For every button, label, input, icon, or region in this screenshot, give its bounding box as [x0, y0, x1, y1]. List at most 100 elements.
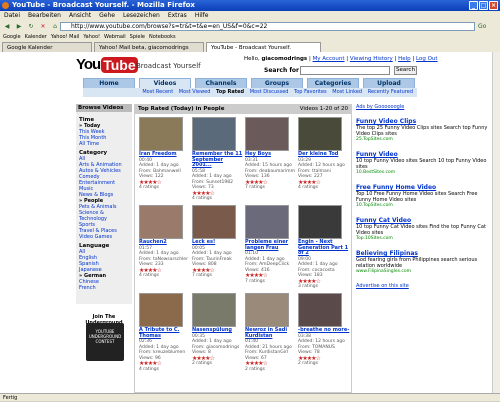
- video-from[interactable]: From: kreuzeblumen: [139, 350, 191, 356]
- nav-groups[interactable]: Groups: [251, 78, 303, 88]
- ad-url[interactable]: 25.TopSites.com: [356, 137, 488, 143]
- ad-url[interactable]: 10.BestSites.com: [356, 170, 488, 176]
- bookmark-notebooks[interactable]: Notebooks: [149, 32, 176, 42]
- bookmark-kalender[interactable]: Kalender: [25, 32, 47, 42]
- video-ratings: 4 ratings: [139, 273, 159, 278]
- ads-header[interactable]: Ads by Goooooogle: [356, 104, 488, 110]
- address-bar[interactable]: http://www.youtube.com/browse?s=tr&t=t&e…: [60, 22, 475, 31]
- video-thumbnail[interactable]: [139, 205, 183, 239]
- menu-ansicht[interactable]: Ansicht: [69, 11, 91, 20]
- video-title[interactable]: A Tribute to C. Thomas: [139, 327, 191, 339]
- video-ratings: 2 ratings: [192, 361, 212, 366]
- time-all[interactable]: All Time: [79, 141, 129, 147]
- video-title[interactable]: Engin - Next Generation Part 1 of 2: [298, 239, 350, 257]
- subnav-most-viewed[interactable]: Most Viewed: [179, 89, 211, 95]
- category-link[interactable]: Science & Technology: [79, 210, 129, 222]
- menu-gehe[interactable]: Gehe: [99, 11, 115, 20]
- subnav-most-recent[interactable]: Most Recent: [142, 89, 173, 95]
- subnav-top-rated[interactable]: Top Rated: [216, 89, 244, 95]
- nav-upload[interactable]: Upload: [363, 78, 415, 88]
- subnav-most-linked[interactable]: Most Linked: [332, 89, 362, 95]
- subnav-recently-featured[interactable]: Recently Featured: [368, 89, 413, 95]
- video-thumbnail[interactable]: [139, 117, 183, 151]
- underground-contest-banner[interactable]: YOUTUBE UNDERGROUND CONTEST: [86, 323, 124, 361]
- close-button[interactable]: ×: [489, 1, 498, 10]
- stop-icon[interactable]: ✕: [38, 22, 48, 31]
- video-thumbnail[interactable]: [245, 205, 289, 239]
- ad-title[interactable]: Funny Cat Video: [356, 217, 488, 224]
- search-input[interactable]: [300, 66, 390, 75]
- menu-lesezeichen[interactable]: Lesezeichen: [123, 11, 160, 20]
- nav-channels[interactable]: Channels: [195, 78, 247, 88]
- back-icon[interactable]: ◀: [2, 22, 12, 31]
- video-title[interactable]: Remember the 11 September 2001...: [192, 151, 244, 169]
- video-thumbnail[interactable]: [192, 117, 236, 151]
- video-thumbnail[interactable]: [298, 293, 342, 327]
- video-thumbnail[interactable]: [245, 293, 289, 327]
- video-title[interactable]: -breathe no more-: [298, 327, 350, 334]
- subnav-most-discussed[interactable]: Most Discussed: [250, 89, 289, 95]
- nav-videos[interactable]: Videos: [139, 78, 191, 88]
- home-icon[interactable]: ⌂: [50, 22, 60, 31]
- ad-url[interactable]: Top.10Sites.com: [356, 236, 488, 242]
- tab-youtube[interactable]: YouTube - Broadcast Yourself.: [206, 42, 321, 52]
- bookmark-google[interactable]: Google: [3, 32, 21, 42]
- bookmark-yahoo[interactable]: Yahoo!: [83, 32, 100, 42]
- menu-datei[interactable]: Datei: [4, 11, 20, 20]
- logo-tube: Tube: [101, 56, 138, 73]
- tab-strip: Google Kalender Yahoo! Mail beta, giacom…: [0, 42, 500, 52]
- ad-body: Top 10 Free Funny Home Video sites Searc…: [356, 191, 478, 203]
- video-item: Nasenspülung 00:35 Added: 1 day ago From: g…: [192, 293, 244, 367]
- help-link[interactable]: Help: [398, 56, 411, 62]
- video-thumbnail[interactable]: [245, 117, 289, 151]
- reload-icon[interactable]: ↻: [26, 22, 36, 31]
- bookmark-spiele[interactable]: Spiele: [130, 32, 145, 42]
- tab-yahoo-mail[interactable]: Yahoo! Mail beta, giacomodrings: [94, 42, 204, 52]
- video-title[interactable]: Newroz in Sadi Kurdistan: [245, 327, 297, 339]
- bookmark-webmail[interactable]: Webmail: [104, 32, 126, 42]
- bookmark-yahoo-mail[interactable]: Yahoo! Mail: [51, 32, 79, 42]
- viewing-history-link[interactable]: Viewing History: [350, 56, 393, 62]
- video-thumbnail[interactable]: [192, 293, 236, 327]
- advertise-link[interactable]: Advertise on this site: [356, 283, 488, 289]
- ad-title[interactable]: Funny Video Clips: [356, 118, 488, 125]
- ad-url[interactable]: 10.TopSites.com: [356, 203, 488, 209]
- ad-url[interactable]: www.FilipinaSingles.com: [356, 269, 488, 275]
- go-button[interactable]: Go: [478, 22, 498, 31]
- video-item: Engin - Next Generation Part 1 of 2 09:00…: [298, 205, 350, 290]
- video-ratings: 2 ratings: [298, 361, 318, 366]
- video-thumbnail[interactable]: [192, 205, 236, 239]
- search-button[interactable]: Search: [394, 66, 417, 75]
- ad-title[interactable]: Free Funny Home Video: [356, 184, 488, 191]
- video-thumbnail[interactable]: [139, 293, 183, 327]
- video-thumbnail[interactable]: [298, 117, 342, 151]
- forward-icon[interactable]: ▶: [14, 22, 24, 31]
- tab-google-kalender[interactable]: Google Kalender: [2, 42, 92, 52]
- scrollbar[interactable]: [492, 52, 500, 393]
- ad-item: Free Funny Home Video Top 10 Free Funny H…: [356, 184, 488, 209]
- menu-extras[interactable]: Extras: [168, 11, 187, 20]
- youtube-logo[interactable]: You Tube: [76, 56, 138, 73]
- video-title[interactable]: Probleme einer langen Frau: [245, 239, 297, 251]
- ad-title[interactable]: Funny Video: [356, 151, 488, 158]
- list-count: Videos 1-20 of 20: [299, 106, 348, 112]
- video-ratings: 7 ratings: [245, 278, 265, 284]
- category-link[interactable]: Video Games: [79, 234, 129, 240]
- logout-link[interactable]: Log Out: [416, 56, 438, 62]
- language-link[interactable]: French: [79, 285, 129, 291]
- menu-hilfe[interactable]: Hilfe: [195, 11, 209, 20]
- minimize-button[interactable]: _: [469, 1, 478, 10]
- video-item: Remember the 11 September 2001... 05:58 Ad…: [192, 117, 244, 202]
- username[interactable]: giacomodrings: [261, 56, 307, 62]
- my-account-link[interactable]: My Account: [313, 56, 345, 62]
- subnav-top-favorites[interactable]: Top Favorites: [294, 89, 327, 95]
- list-header: Top Rated (Today) in People Videos 1-20 …: [135, 105, 351, 114]
- ad-title[interactable]: Believing Filipinas: [356, 250, 488, 257]
- bookmarks-bar: Google Kalender Yahoo! Mail Yahoo! Webma…: [0, 32, 500, 42]
- nav-categories[interactable]: Categories: [307, 78, 359, 88]
- video-item: Leck es! 00:05 Added: 1 day ago From: Tauri…: [192, 205, 244, 279]
- maximize-button[interactable]: □: [479, 1, 488, 10]
- video-thumbnail[interactable]: [298, 205, 342, 239]
- nav-home[interactable]: Home: [83, 78, 135, 88]
- menu-bearbeiten[interactable]: Bearbeiten: [28, 11, 61, 20]
